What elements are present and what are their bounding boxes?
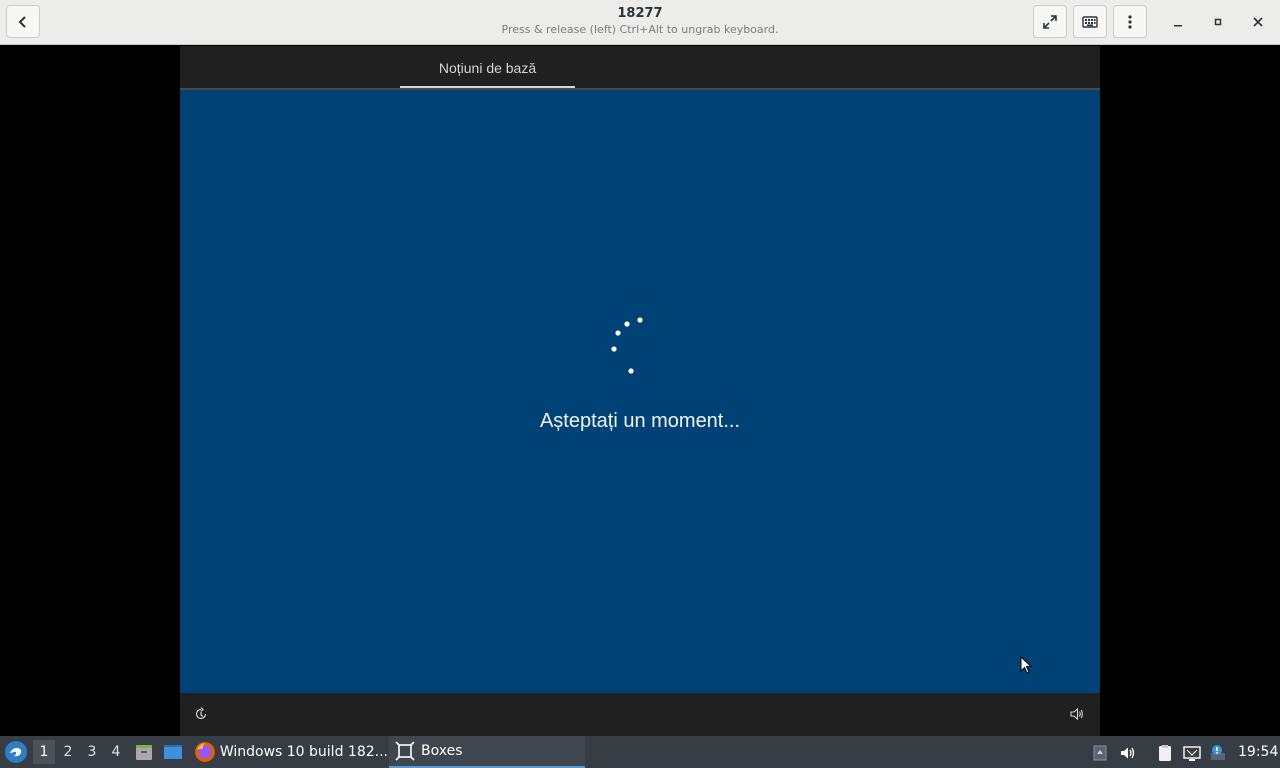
taskbar: 1 2 3 4 Windows 10 build 182... Boxes 19… (0, 736, 1280, 768)
workspace-1[interactable]: 1 (33, 740, 55, 764)
loading-spinner-icon (611, 317, 643, 374)
workspace-2[interactable]: 2 (57, 740, 79, 764)
vm-display[interactable]: Noțiuni de bază Așteptați un moment... (180, 46, 1100, 736)
notification-icon[interactable] (1209, 744, 1227, 762)
close-button[interactable] (1248, 12, 1268, 32)
boxes-icon (395, 741, 415, 761)
file-manager-launcher[interactable] (134, 742, 154, 762)
back-button[interactable] (6, 5, 40, 38)
task-boxes[interactable]: Boxes (389, 736, 585, 768)
maximize-icon (1214, 18, 1222, 26)
mouse-cursor-icon (1020, 656, 1033, 674)
task-firefox[interactable]: Windows 10 build 182... (192, 736, 388, 768)
window-subtitle: Press & release (left) Ctrl+Alt to ungra… (501, 23, 779, 36)
clock[interactable]: 19:54 (1238, 736, 1278, 768)
tray-expand-icon[interactable] (1091, 744, 1109, 762)
clipboard-icon[interactable] (1156, 744, 1174, 762)
distro-logo-icon (5, 741, 27, 763)
workspace-3[interactable]: 3 (81, 740, 103, 764)
desktop-icon (164, 745, 182, 759)
header-bar: 18277 Press & release (left) Ctrl+Alt to… (0, 0, 1280, 45)
volume-tray-icon[interactable] (1119, 744, 1137, 762)
menu-button[interactable] (1113, 5, 1147, 38)
start-menu-button[interactable] (4, 740, 28, 764)
volume-icon[interactable] (1069, 706, 1085, 722)
ease-of-access-icon[interactable] (193, 706, 209, 722)
task-label: Windows 10 build 182... (219, 744, 388, 760)
wait-message: Așteptați un moment... (539, 410, 741, 432)
desktop-launcher[interactable] (163, 742, 183, 762)
firefox-icon (194, 742, 215, 762)
setup-bottom-bar (180, 693, 1100, 736)
fullscreen-icon (1043, 14, 1057, 29)
maximize-button[interactable] (1208, 12, 1228, 32)
task-label: Boxes (421, 743, 463, 759)
file-manager-icon (136, 745, 152, 760)
minimize-button[interactable] (1168, 12, 1188, 32)
minimize-icon (1174, 25, 1182, 27)
keyboard-button[interactable] (1073, 5, 1107, 38)
workspace-4[interactable]: 4 (105, 740, 127, 764)
close-icon (1253, 17, 1263, 27)
keyboard-icon (1082, 15, 1098, 28)
window-title: 18277 (617, 6, 663, 21)
network-icon[interactable] (1183, 744, 1201, 762)
fullscreen-button[interactable] (1033, 5, 1067, 38)
chevron-left-icon (18, 15, 26, 28)
more-vertical-icon (1128, 14, 1132, 29)
